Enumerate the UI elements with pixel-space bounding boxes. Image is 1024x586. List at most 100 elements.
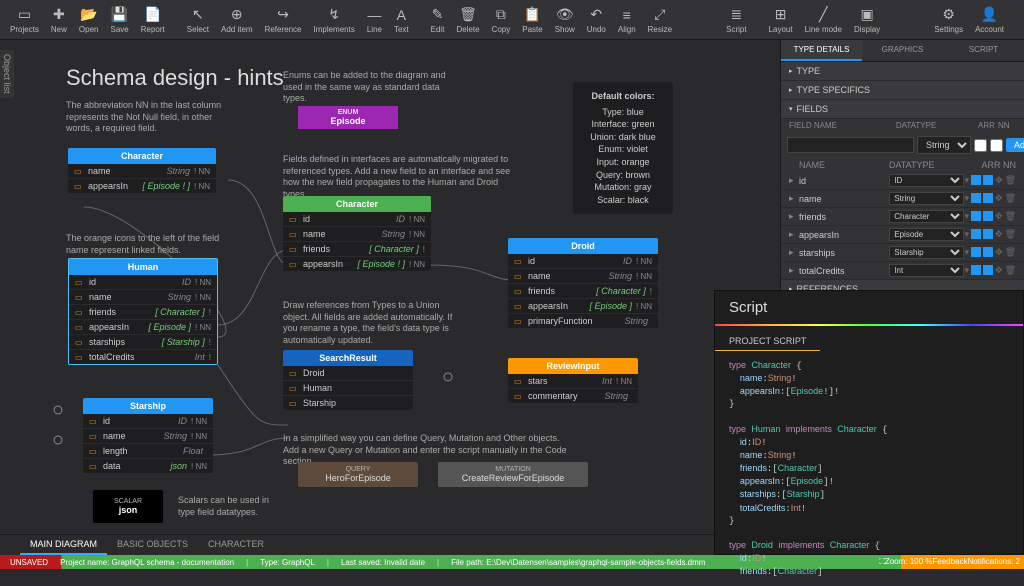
tab-main-diagram[interactable]: MAIN DIAGRAM — [20, 535, 107, 555]
field-list-item[interactable]: ▸idID▾✥🗑 — [781, 172, 1024, 190]
entity-json-scalar[interactable]: SCALAR json — [93, 490, 163, 523]
field-row[interactable]: ▭friends[ Character ]! — [283, 242, 431, 257]
entity-create-mutation[interactable]: MUTATION CreateReviewForEpisode — [438, 462, 588, 487]
field-list-item[interactable]: ▸totalCreditsInt▾✥🗑 — [781, 262, 1024, 280]
toolbar-projects[interactable]: ▭Projects — [4, 4, 45, 36]
field-row[interactable]: ▭datajson! NN — [83, 459, 213, 473]
section-type[interactable]: ▸TYPE — [781, 62, 1024, 81]
field-row[interactable]: ▭nameString! NN — [508, 269, 658, 284]
toolbar-line-mode[interactable]: ╱Line mode — [799, 4, 848, 36]
field-list-item[interactable]: ▸friendsCharacter▾✥🗑 — [781, 208, 1024, 226]
field-list-item[interactable]: ▸nameString▾✥🗑 — [781, 190, 1024, 208]
field-arr-checkbox[interactable] — [974, 139, 987, 152]
field-row[interactable]: ▭Human — [283, 381, 413, 396]
field-list-item[interactable]: ▸appearsInEpisode▾✥🗑 — [781, 226, 1024, 244]
toolbar-settings[interactable]: ⚙Settings — [928, 4, 969, 36]
account-icon: 👤 — [981, 6, 998, 24]
field-row[interactable]: ▭starsInt! NN — [508, 374, 638, 389]
field-row[interactable]: ▭friends[ Character ]! — [69, 305, 217, 320]
entity-searchresult[interactable]: SearchResult ▭Droid▭Human▭Starship — [283, 350, 413, 410]
default-colors-box: Default colors: Type: blueInterface: gre… — [573, 82, 673, 214]
field-list-item[interactable]: ▸starshipsStarship▾✥🗑 — [781, 244, 1024, 262]
note-interface: Fields defined in interfaces are automat… — [283, 154, 513, 201]
toolbar-line[interactable]: —Line — [361, 4, 388, 36]
toolbar-show[interactable]: 👁Show — [549, 4, 581, 36]
toolbar-implements[interactable]: ↯Implements — [307, 4, 360, 36]
entity-episode-enum[interactable]: ENUM Episode — [298, 102, 398, 133]
field-nn-checkbox[interactable] — [990, 139, 1003, 152]
toolbar-report[interactable]: 📄Report — [135, 4, 171, 36]
field-row[interactable]: ▭idID! NN — [83, 414, 213, 429]
entity-starship[interactable]: Starship ▭idID! NN▭nameString! NN▭length… — [83, 398, 213, 473]
entity-human[interactable]: Human ▭idID! NN▭nameString! NN▭friends[ … — [68, 258, 218, 365]
add item-icon: ⊕ — [231, 6, 243, 24]
field-row[interactable]: ▭idID! NN — [283, 212, 431, 227]
entity-hero-query[interactable]: QUERY HeroForEpisode — [298, 462, 418, 487]
toolbar-text[interactable]: AText — [388, 4, 415, 36]
toolbar-reference[interactable]: ↪Reference — [259, 4, 308, 36]
toolbar-delete[interactable]: 🗑Delete — [450, 4, 485, 36]
field-row[interactable]: ▭nameString! NN — [69, 290, 217, 305]
save-icon: 💾 — [111, 6, 128, 24]
tab-character[interactable]: CHARACTER — [198, 535, 274, 555]
diagram-canvas[interactable]: Schema design - hints The abbreviation N… — [18, 40, 778, 540]
open-icon: 📂 — [80, 6, 97, 24]
toolbar-new[interactable]: ✚New — [45, 4, 73, 36]
toolbar-align[interactable]: ≡Align — [612, 4, 642, 36]
toolbar-layout[interactable]: ⊞Layout — [763, 4, 799, 36]
toolbar-select[interactable]: ↖Select — [181, 4, 215, 36]
entity-character-type[interactable]: Character ▭nameString! NN▭appearsIn[ Epi… — [68, 148, 216, 193]
undo-icon: ↶ — [590, 6, 602, 24]
field-row[interactable]: ▭appearsIn[ Episode ]! NN — [69, 320, 217, 335]
toolbar-undo[interactable]: ↶Undo — [581, 4, 612, 36]
toolbar-resize[interactable]: ⤢Resize — [642, 4, 678, 36]
field-editor-row: String Add — [781, 132, 1024, 158]
field-row[interactable]: ▭primaryFunctionString — [508, 314, 658, 328]
field-row[interactable]: ▭lengthFloat — [83, 444, 213, 459]
toolbar-display[interactable]: ▣Display — [848, 4, 886, 36]
object-list-tab[interactable]: Object list — [0, 50, 14, 98]
paste-icon: 📋 — [524, 6, 541, 24]
script-tab[interactable]: PROJECT SCRIPT — [715, 332, 820, 351]
section-type-specifics[interactable]: ▸TYPE SPECIFICS — [781, 81, 1024, 100]
page-title: Schema design - hints — [66, 65, 284, 91]
field-row[interactable]: ▭appearsIn[ Episode ! ]! NN — [68, 179, 216, 193]
field-row[interactable]: ▭appearsIn[ Episode ]! NN — [508, 299, 658, 314]
entity-character-interface[interactable]: Character ▭idID! NN▭nameString! NN▭frien… — [283, 196, 431, 271]
field-row[interactable]: ▭commentaryString — [508, 389, 638, 403]
toolbar-open[interactable]: 📂Open — [73, 4, 105, 36]
note-nn: The abbreviation NN in the last column r… — [66, 100, 236, 135]
add-field-button[interactable]: Add — [1006, 138, 1024, 152]
rtab-graphics[interactable]: GRAPHICS — [862, 40, 943, 61]
entity-reviewinput[interactable]: ReviewInput ▭starsInt! NN▭commentaryStri… — [508, 358, 638, 403]
field-row[interactable]: ▭appearsIn[ Episode ! ]! NN — [283, 257, 431, 271]
toolbar-paste[interactable]: 📋Paste — [516, 4, 548, 36]
toolbar-save[interactable]: 💾Save — [105, 4, 135, 36]
toolbar-account[interactable]: 👤Account — [969, 4, 1010, 36]
toolbar-copy[interactable]: ⧉Copy — [486, 4, 517, 36]
field-row[interactable]: ▭friends[ Character ]! — [508, 284, 658, 299]
rtab-type-details[interactable]: TYPE DETAILS — [781, 40, 862, 61]
field-row[interactable]: ▭idID! NN — [69, 275, 217, 290]
field-datatype-select[interactable]: String — [917, 136, 971, 154]
toolbar-script[interactable]: ≣Script — [720, 4, 752, 36]
align-icon: ≡ — [623, 6, 631, 24]
toolbar-add-item[interactable]: ⊕Add item — [215, 4, 259, 36]
field-name-input[interactable] — [787, 137, 914, 153]
field-row[interactable]: ▭idID! NN — [508, 254, 658, 269]
field-row[interactable]: ▭starships[ Starship ]! — [69, 335, 217, 350]
field-row[interactable]: ▭nameString! NN — [83, 429, 213, 444]
report-icon: 📄 — [144, 6, 161, 24]
toolbar-edit[interactable]: ✎Edit — [425, 4, 451, 36]
field-row[interactable]: ▭Starship — [283, 396, 413, 410]
rtab-script[interactable]: SCRIPT — [943, 40, 1024, 61]
field-row[interactable]: ▭nameString! NN — [283, 227, 431, 242]
main-toolbar: ▭Projects✚New📂Open💾Save📄Report ↖Select⊕Ad… — [0, 0, 1024, 40]
field-row[interactable]: ▭totalCreditsInt! — [69, 350, 217, 364]
field-row[interactable]: ▭nameString! NN — [68, 164, 216, 179]
resize-icon: ⤢ — [654, 6, 665, 24]
tab-basic-objects[interactable]: BASIC OBJECTS — [107, 535, 198, 555]
field-row[interactable]: ▭Droid — [283, 366, 413, 381]
section-fields[interactable]: ▾FIELDS — [781, 100, 1024, 119]
entity-droid[interactable]: Droid ▭idID! NN▭nameString! NN▭friends[ … — [508, 238, 658, 328]
